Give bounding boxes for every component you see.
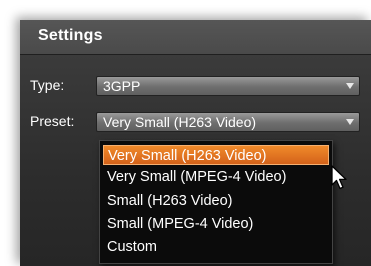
type-select-value: 3GPP bbox=[103, 78, 141, 94]
dropdown-option-custom[interactable]: Custom bbox=[103, 237, 157, 257]
dropdown-option-very-small-mpeg4[interactable]: Very Small (MPEG-4 Video) bbox=[103, 167, 286, 187]
chevron-down-icon bbox=[346, 119, 354, 125]
dropdown-option-small-mpeg4[interactable]: Small (MPEG-4 Video) bbox=[103, 214, 253, 234]
screenshot-stage: Settings Type: 3GPP Preset: Very Small (… bbox=[0, 0, 371, 266]
preset-dropdown-list: Very Small (H263 Video) Very Small (MPEG… bbox=[99, 140, 333, 264]
dropdown-option-small-h263[interactable]: Small (H263 Video) bbox=[103, 191, 232, 211]
preset-select-value: Very Small (H263 Video) bbox=[103, 114, 257, 130]
preset-select[interactable]: Very Small (H263 Video) bbox=[96, 112, 360, 132]
chevron-down-icon bbox=[346, 83, 354, 89]
mouse-pointer-icon bbox=[331, 165, 347, 190]
dropdown-option-very-small-h263[interactable]: Very Small (H263 Video) bbox=[103, 145, 329, 165]
type-label: Type: bbox=[30, 77, 65, 93]
panel-header: Settings bbox=[20, 20, 371, 55]
type-select[interactable]: 3GPP bbox=[96, 76, 360, 96]
panel-title: Settings bbox=[38, 27, 103, 44]
preset-label: Preset: bbox=[30, 113, 75, 129]
